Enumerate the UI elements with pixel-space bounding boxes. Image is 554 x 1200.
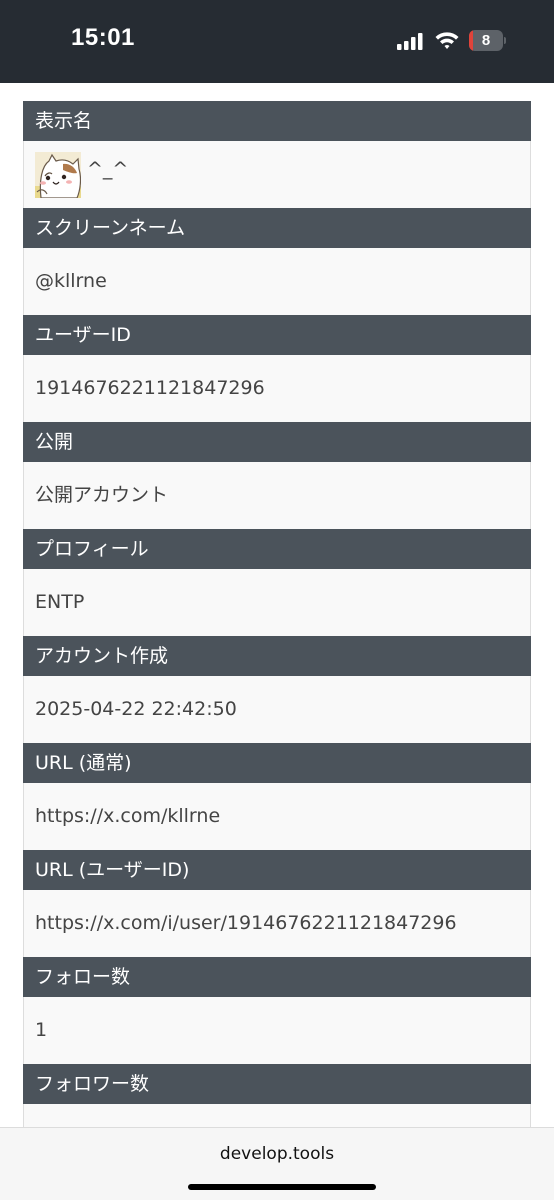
cat-avatar-icon [35, 151, 81, 198]
battery-level-text: 8 [481, 32, 491, 49]
url-normal-value: https://x.com/kllrne [23, 783, 531, 850]
created-at-label: アカウント作成 [23, 636, 531, 676]
url-user-id-label: URL (ユーザーID) [23, 850, 531, 890]
created-at-value: 2025-04-22 22:42:50 [23, 676, 531, 743]
display-name-row: ^_^ [23, 141, 531, 208]
browser-url[interactable]: develop.tools [0, 1144, 554, 1164]
user-id-label: ユーザーID [23, 315, 531, 355]
following-count-label: フォロー数 [23, 957, 531, 997]
visibility-value: 公開アカウント [23, 462, 531, 529]
profile-table: 表示名 ^_^ スクリーンネーム @kllrne ユーザーID 19146762… [23, 101, 531, 1171]
status-bar: 15:01 8 [0, 0, 554, 83]
battery-icon: 8 [469, 30, 506, 51]
wifi-icon [435, 32, 459, 49]
screen-name-label: スクリーンネーム [23, 208, 531, 248]
cellular-signal-icon [397, 33, 423, 50]
battery-tip [504, 37, 506, 44]
user-id-value: 1914676221121847296 [23, 355, 531, 422]
bio-label: プロフィール [23, 529, 531, 569]
browser-address-bar[interactable]: develop.tools [0, 1127, 554, 1200]
url-normal-label: URL (通常) [23, 743, 531, 783]
home-indicator[interactable] [188, 1184, 376, 1190]
display-name-value: ^_^ [87, 158, 129, 180]
screen-name-value: @kllrne [23, 248, 531, 315]
display-name-label: 表示名 [23, 101, 531, 141]
bio-value: ENTP [23, 569, 531, 636]
followers-count-label: フォロワー数 [23, 1064, 531, 1104]
following-count-value: 1 [23, 997, 531, 1064]
url-user-id-value: https://x.com/i/user/1914676221121847296 [23, 890, 531, 957]
status-time: 15:01 [71, 24, 135, 51]
visibility-label: 公開 [23, 422, 531, 462]
battery-body: 8 [469, 30, 503, 51]
